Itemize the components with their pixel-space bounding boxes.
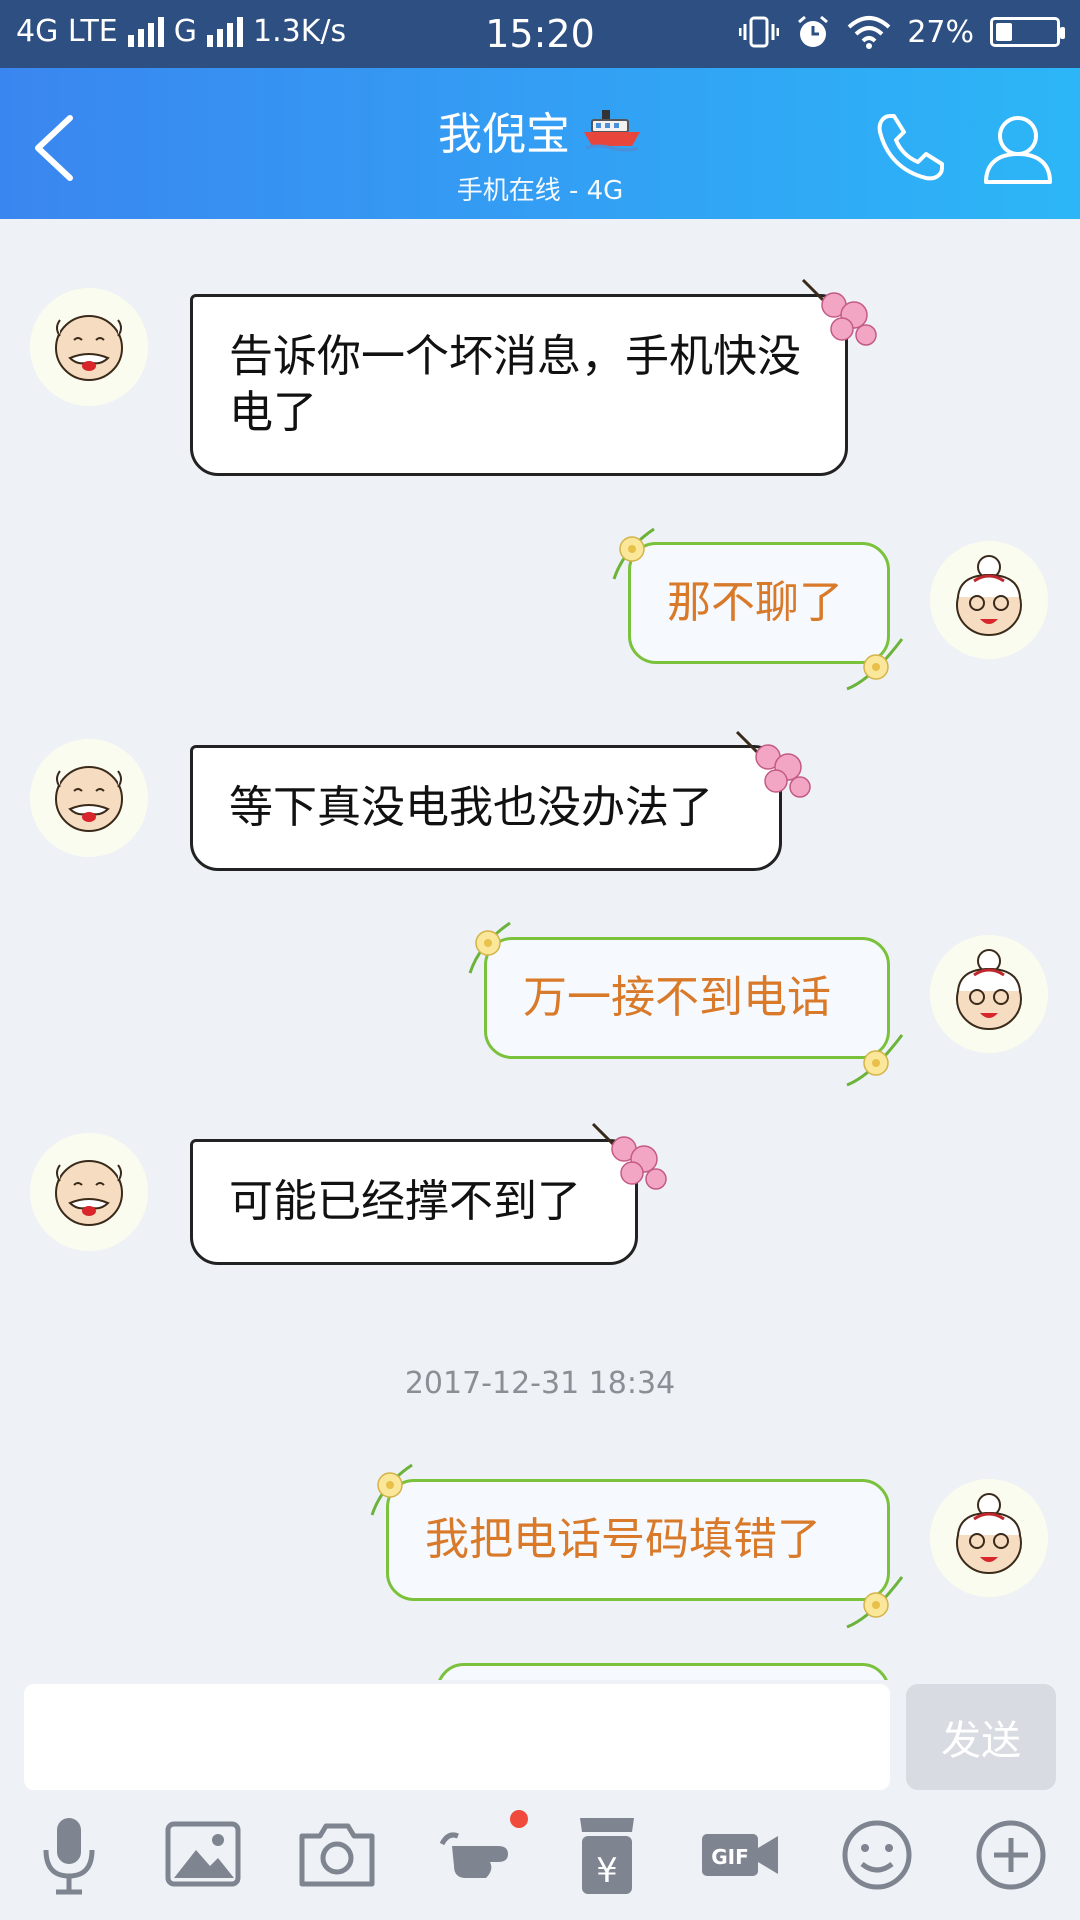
message-text: 那不聊了 bbox=[667, 577, 843, 628]
flower-decoration-icon bbox=[801, 278, 877, 346]
image-icon[interactable] bbox=[158, 1810, 248, 1900]
svg-text:¥: ¥ bbox=[596, 1851, 618, 1891]
phone-icon[interactable] bbox=[868, 106, 952, 190]
message-bubble-incoming[interactable]: 等下真没电我也没办法了 bbox=[190, 745, 782, 871]
emoji-icon[interactable] bbox=[832, 1810, 922, 1900]
battery-icon bbox=[990, 17, 1065, 47]
message-bubble-outgoing[interactable]: 我把电话号码填错了 bbox=[386, 1479, 890, 1601]
message-text: 万一接不到电话 bbox=[523, 972, 831, 1023]
camera-icon[interactable] bbox=[292, 1810, 382, 1900]
contact-avatar[interactable] bbox=[30, 1133, 148, 1251]
plus-icon[interactable] bbox=[966, 1810, 1056, 1900]
message-input[interactable] bbox=[24, 1684, 890, 1790]
flower-decoration-icon bbox=[612, 527, 655, 580]
status-right: 27% bbox=[739, 14, 1065, 50]
ship-badge-icon bbox=[584, 110, 640, 152]
contact-avatar[interactable] bbox=[30, 739, 148, 857]
flower-decoration-icon bbox=[846, 1576, 904, 1629]
status-bar: 4G LTE G 1.3K/s 15:20 27% bbox=[0, 0, 1080, 68]
contact-name-row: 我倪宝 bbox=[438, 98, 642, 162]
composer: 发送 bbox=[0, 1680, 1080, 1790]
vibrate-icon bbox=[739, 16, 780, 48]
poke-icon[interactable] bbox=[428, 1810, 518, 1900]
notification-badge bbox=[510, 1810, 528, 1828]
message-text: 等下真没电我也没办法了 bbox=[229, 782, 713, 833]
chat-header: 我倪宝 手机在线 - 4G bbox=[0, 68, 1080, 219]
svg-text:GIF: GIF bbox=[711, 1845, 749, 1869]
contact-avatar[interactable] bbox=[30, 288, 148, 406]
message-bubble-incoming[interactable]: 告诉你一个坏消息，手机快没电了 bbox=[190, 294, 848, 476]
red-packet-icon[interactable]: ¥ bbox=[562, 1810, 652, 1900]
message-timestamp: 2017-12-31 18:34 bbox=[404, 1366, 676, 1401]
message-text: 可能已经撑不到了 bbox=[229, 1176, 581, 1227]
battery-level-fill bbox=[996, 23, 1012, 41]
battery-percent: 27% bbox=[907, 14, 974, 50]
flower-decoration-icon bbox=[370, 1463, 413, 1516]
message-text: 我把电话号码填错了 bbox=[425, 1514, 821, 1565]
message-bubble-incoming[interactable]: 可能已经撑不到了 bbox=[190, 1139, 638, 1265]
flower-decoration-icon bbox=[591, 1122, 667, 1190]
wifi-icon bbox=[847, 16, 891, 49]
chat-area[interactable]: 告诉你一个坏消息，手机快没电了 那不聊了 等下真没电我也没办法了 万一接不到电话… bbox=[0, 219, 1080, 1680]
flower-decoration-icon bbox=[735, 730, 811, 798]
flower-decoration-icon bbox=[468, 921, 511, 974]
contact-name: 我倪宝 bbox=[438, 109, 570, 160]
microphone-icon[interactable] bbox=[24, 1810, 114, 1900]
gif-icon[interactable]: GIF bbox=[696, 1810, 786, 1900]
my-avatar[interactable] bbox=[930, 1479, 1048, 1597]
profile-icon[interactable] bbox=[976, 106, 1060, 190]
flower-decoration-icon bbox=[846, 638, 904, 691]
flower-decoration-icon bbox=[846, 1034, 904, 1087]
message-bubble-outgoing[interactable]: 万一接不到电话 bbox=[484, 937, 890, 1059]
message-text: 告诉你一个坏消息，手机快没电了 bbox=[229, 331, 801, 438]
my-avatar[interactable] bbox=[930, 541, 1048, 659]
message-bubble-outgoing-partial[interactable] bbox=[436, 1663, 890, 1680]
send-button[interactable]: 发送 bbox=[906, 1684, 1056, 1790]
alarm-icon bbox=[798, 15, 829, 47]
my-avatar[interactable] bbox=[930, 935, 1048, 1053]
input-toolbar: ¥ GIF bbox=[0, 1800, 1080, 1920]
